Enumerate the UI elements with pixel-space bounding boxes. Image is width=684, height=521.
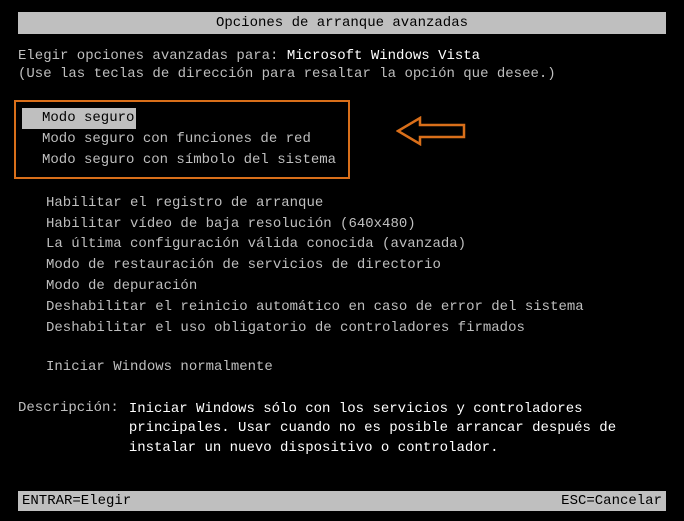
menu-item-ds-restore[interactable]: Modo de restauración de servicios de dir… [18,255,666,276]
menu-item-boot-log[interactable]: Habilitar el registro de arranque [18,193,666,214]
menu-item-last-known-good[interactable]: La última configuración válida conocida … [18,234,666,255]
intro-line: Elegir opciones avanzadas para: Microsof… [18,48,666,64]
menu-item-safe-mode[interactable]: Modo seguro [22,108,136,129]
intro-prefix: Elegir opciones avanzadas para: [18,48,287,64]
title-bar: Opciones de arranque avanzadas [18,12,666,34]
other-options-group: Habilitar el registro de arranque Habili… [18,193,666,339]
os-name: Microsoft Windows Vista [287,48,480,64]
menu-item-low-res[interactable]: Habilitar vídeo de baja resolución (640x… [18,214,666,235]
safe-mode-group: Modo seguro Modo seguro con funciones de… [14,100,350,179]
description-text: Iniciar Windows sólo con los servicios y… [129,400,666,459]
menu-item-safe-mode-network[interactable]: Modo seguro con funciones de red [22,129,338,150]
footer-esc: ESC=Cancelar [561,493,662,509]
menu-item-disable-auto-restart[interactable]: Deshabilitar el reinicio automático en c… [18,297,666,318]
menu-item-disable-driver-sig[interactable]: Deshabilitar el uso obligatorio de contr… [18,318,666,339]
menu-item-start-normally[interactable]: Iniciar Windows normalmente [18,357,666,378]
menu-item-debug[interactable]: Modo de depuración [18,276,666,297]
footer-enter: ENTRAR=Elegir [22,493,131,509]
description-section: Descripción: Iniciar Windows sólo con lo… [18,400,666,459]
footer-bar: ENTRAR=Elegir ESC=Cancelar [18,491,666,511]
menu-item-safe-mode-cmd[interactable]: Modo seguro con símbolo del sistema [22,150,338,171]
pointer-arrow-icon [396,116,466,151]
intro-hint: (Use las teclas de dirección para resalt… [18,66,666,82]
description-label: Descripción: [18,400,119,416]
page-title: Opciones de arranque avanzadas [216,15,468,31]
content-area: Elegir opciones avanzadas para: Microsof… [0,34,684,459]
